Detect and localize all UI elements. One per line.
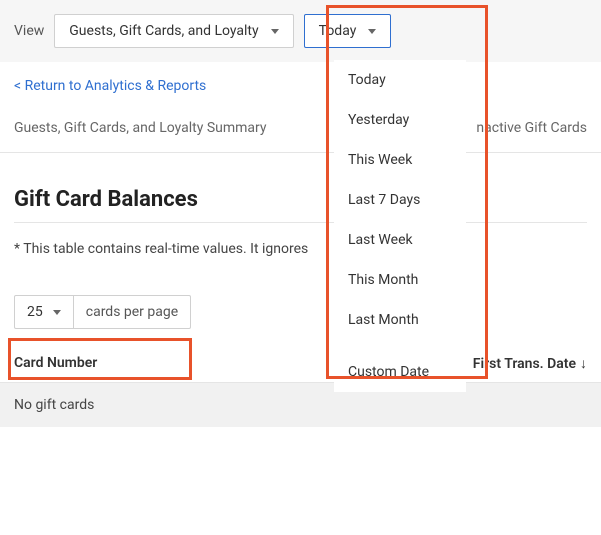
tabs: Guests, Gift Cards, and Loyalty Summary … xyxy=(0,106,601,153)
note-text: * This table contains real-time values. … xyxy=(0,223,601,257)
top-bar: View Guests, Gift Cards, and Loyalty Tod… xyxy=(0,0,601,62)
date-option-today[interactable]: Today xyxy=(334,60,466,100)
return-link[interactable]: < Return to Analytics & Reports xyxy=(0,62,601,106)
pager-row: 25 cards per page xyxy=(0,257,601,339)
heading-block: Gift Card Balances xyxy=(0,153,601,223)
page-size-dropdown[interactable]: 25 xyxy=(15,296,74,328)
date-option-this-week[interactable]: This Week xyxy=(334,140,466,180)
tab-summary[interactable]: Guests, Gift Cards, and Loyalty Summary xyxy=(14,106,267,152)
view-label: View xyxy=(14,23,44,39)
date-option-yesterday[interactable]: Yesterday xyxy=(334,100,466,140)
view-dropdown[interactable]: Guests, Gift Cards, and Loyalty xyxy=(54,14,293,48)
menu-divider xyxy=(334,340,466,352)
page-size-control: 25 cards per page xyxy=(14,295,191,329)
chevron-down-icon xyxy=(271,29,279,34)
col-first-trans-date-label: First Trans. Date xyxy=(473,356,576,372)
date-option-last-week[interactable]: Last Week xyxy=(334,220,466,260)
date-dropdown[interactable]: Today xyxy=(304,14,392,48)
view-dropdown-value: Guests, Gift Cards, and Loyalty xyxy=(69,23,258,39)
date-option-last-month[interactable]: Last Month xyxy=(334,300,466,340)
date-option-this-month[interactable]: This Month xyxy=(334,260,466,300)
page-size-label: cards per page xyxy=(74,296,190,328)
table-empty-row: No gift cards xyxy=(0,383,601,427)
date-dropdown-menu: Today Yesterday This Week Last 7 Days La… xyxy=(334,60,466,392)
date-dropdown-value: Today xyxy=(319,23,357,39)
sort-desc-icon: ↓ xyxy=(580,355,587,372)
date-option-custom[interactable]: Custom Date xyxy=(334,352,466,392)
page-title: Gift Card Balances xyxy=(14,187,587,223)
col-first-trans-date[interactable]: First Trans. Date ↓ xyxy=(473,355,587,372)
page-size-value: 25 xyxy=(27,304,43,320)
chevron-down-icon xyxy=(368,29,376,34)
chevron-down-icon xyxy=(53,310,61,315)
tab-inactive-gift-cards[interactable]: nactive Gift Cards xyxy=(476,106,587,152)
table-header: Card Number First Trans. Date ↓ xyxy=(0,339,601,383)
date-option-last-7-days[interactable]: Last 7 Days xyxy=(334,180,466,220)
